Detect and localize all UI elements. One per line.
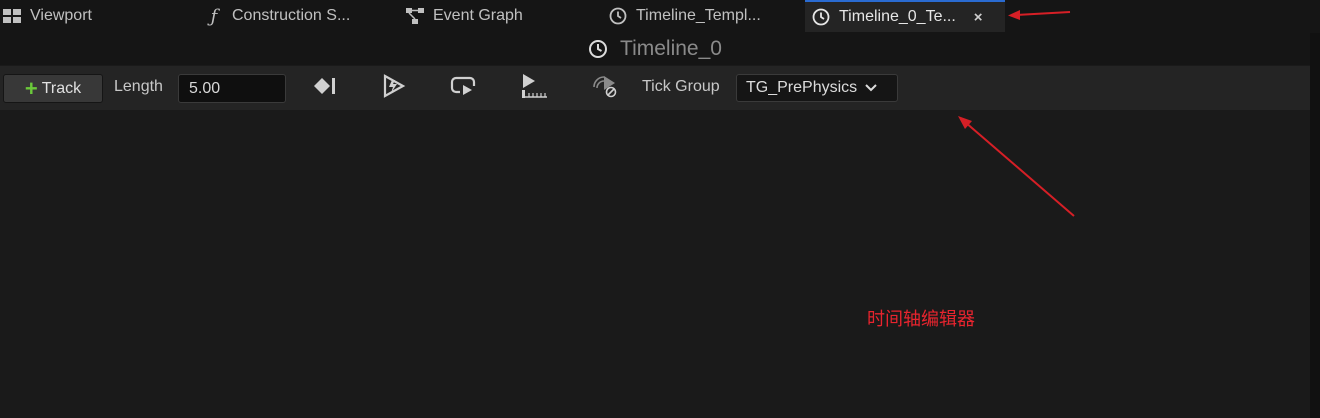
add-track-button[interactable]: + Track	[3, 74, 103, 103]
replicated-button[interactable]	[589, 74, 621, 102]
use-last-keyframe-button[interactable]	[518, 73, 550, 104]
tab-timeline-template[interactable]: Timeline_Templ...	[608, 0, 761, 32]
function-icon: ƒ	[210, 5, 218, 27]
tab-viewport[interactable]: Viewport	[2, 0, 92, 32]
timeline-toolbar: + Track Length 5.00 Tick Group TG_PrePhy…	[0, 66, 1310, 110]
replicated-icon	[591, 73, 619, 104]
tab-event-graph[interactable]: Event Graph	[405, 0, 523, 32]
plus-icon: +	[24, 75, 38, 101]
tab-label: Timeline_0_Te...	[839, 8, 956, 25]
autoplay-icon	[381, 73, 407, 103]
autoplay-button[interactable]	[378, 73, 410, 103]
chevron-down-icon	[865, 84, 877, 92]
tab-timeline-0[interactable]: Timeline_0_Te... ×	[805, 0, 1005, 32]
length-label: Length	[114, 78, 163, 95]
clock-icon	[811, 7, 831, 27]
editor-title-bar: Timeline_0	[0, 33, 1310, 65]
clock-icon	[608, 6, 628, 26]
page-title: Timeline_0	[588, 37, 722, 61]
loop-icon	[450, 74, 478, 103]
arrow-to-editor	[958, 116, 1075, 217]
loop-button[interactable]	[448, 74, 480, 102]
close-icon[interactable]: ×	[974, 9, 983, 26]
tab-label: Construction S...	[232, 7, 351, 24]
tab-bar: Viewport ƒ Construction S... Event Graph…	[0, 0, 1320, 33]
clock-icon	[588, 39, 608, 59]
tick-group-select[interactable]: TG_PrePhysics	[736, 74, 898, 102]
length-field[interactable]: 5.00	[178, 74, 286, 103]
tick-group-label: Tick Group	[642, 78, 720, 95]
annotation-label: 时间轴编辑器	[867, 309, 975, 330]
tick-group-value: TG_PrePhysics	[746, 79, 858, 96]
title-text: Timeline_0	[620, 37, 722, 60]
scrollbar[interactable]	[1310, 33, 1320, 418]
tab-label: Viewport	[30, 7, 92, 24]
tab-construction-script[interactable]: ƒ Construction S...	[204, 0, 351, 32]
viewport-icon	[2, 6, 22, 26]
graph-icon	[405, 6, 425, 26]
use-last-keyframe-icon	[519, 73, 549, 104]
tab-label: Event Graph	[433, 7, 523, 24]
tab-label: Timeline_Templ...	[636, 7, 761, 24]
add-key-button[interactable]	[309, 74, 341, 102]
add-key-icon	[312, 76, 338, 101]
add-track-label: Track	[41, 79, 82, 97]
